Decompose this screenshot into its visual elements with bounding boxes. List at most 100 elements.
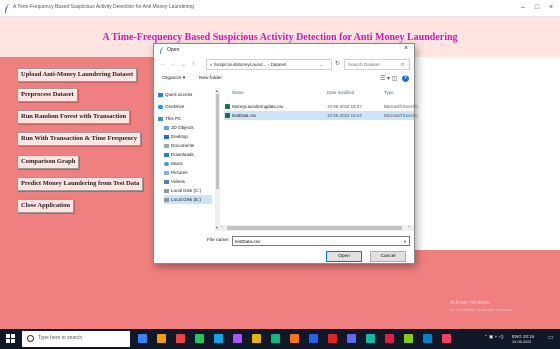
horizontal-scrollbar[interactable]: ‹ › (220, 224, 414, 231)
comparison-graph-button[interactable]: Comparison Graph (17, 155, 80, 169)
file-row[interactable]: MoneyLaunderingdata.csv 10-06-2022 19:37… (224, 102, 418, 111)
maximize-button[interactable]: □ (531, 2, 543, 14)
scroll-down-icon[interactable]: ▼ (215, 225, 219, 230)
open-file-dialog: Open × ← → ⌄ ↑ « SuspiciousMoneyLaund...… (153, 43, 418, 264)
taskbar-search-placeholder: Type here to search (38, 335, 83, 341)
taskbar-app-icon[interactable] (271, 334, 280, 343)
cancel-button[interactable]: Cancel (370, 251, 406, 262)
search-icon (27, 335, 34, 342)
nav-item-desktop[interactable]: Desktop (164, 132, 212, 141)
help-icon[interactable]: ? (402, 75, 409, 82)
file-type: Microsoft Excel C (384, 104, 419, 109)
taskbar-app-icon[interactable] (290, 334, 299, 343)
taskbar-app-icon[interactable] (195, 334, 204, 343)
close-button[interactable]: × (545, 2, 557, 14)
minimize-button[interactable]: – (517, 2, 529, 14)
column-header-type[interactable]: Type (384, 90, 394, 95)
new-folder-button[interactable]: New folder (199, 76, 222, 81)
taskbar-app-icon[interactable] (423, 334, 432, 343)
taskbar-app-icon[interactable] (442, 334, 451, 343)
taskbar-app-icon[interactable] (252, 334, 261, 343)
document-icon (164, 143, 169, 148)
close-application-button[interactable]: Close Application (17, 199, 74, 213)
scroll-right-icon[interactable]: › (408, 224, 410, 230)
nav-item-music[interactable]: Music (164, 159, 212, 168)
search-icon: ⌕ (401, 62, 405, 68)
file-name: MoneyLaunderingdata.csv (232, 104, 284, 109)
scrollbar-thumb[interactable] (227, 226, 402, 230)
taskbar-search-input[interactable]: Type here to search (22, 331, 130, 347)
windows-start-icon[interactable] (6, 334, 15, 343)
taskbar-app-icon[interactable] (309, 334, 318, 343)
scroll-left-icon[interactable]: ‹ (221, 224, 223, 230)
clock[interactable]: ENG 20:16 (512, 334, 534, 339)
search-input[interactable]: Search Dataset ⌕ (344, 59, 410, 70)
nav-item-downloads[interactable]: Downloads (164, 150, 212, 159)
system-tray-icons[interactable]: ⌃ ▣ ◗ ◁) (484, 334, 503, 340)
excel-file-icon (225, 104, 230, 109)
nav-item-pictures[interactable]: Pictures (164, 168, 212, 177)
run-time-frequency-button[interactable]: Run With Transaction & Time Frequency (17, 132, 141, 146)
nav-item-documents[interactable]: Documents (164, 141, 212, 150)
back-icon[interactable]: ← (160, 61, 166, 67)
preprocess-dataset-button[interactable]: Preprocess Dataset (17, 88, 78, 102)
run-random-forest-button[interactable]: Run Random Forest with Transaction (17, 110, 131, 124)
upload-dataset-button[interactable]: Upload Anti-Money Laundering Dataset (17, 68, 138, 82)
forward-icon[interactable]: → (170, 61, 176, 67)
open-button[interactable]: Open (326, 251, 362, 262)
refresh-icon[interactable]: ↻ (335, 60, 340, 67)
taskbar-app-icon[interactable] (176, 334, 185, 343)
taskbar-app-icon[interactable] (328, 334, 337, 343)
file-row[interactable]: testData.csv 10-06-2022 19:44 Microsoft … (224, 111, 418, 120)
excel-file-icon (225, 113, 230, 118)
navigation-scrollbar[interactable]: ▲ ▼ (215, 88, 220, 231)
activate-windows-subtext: Go to Settings to activate Windows. (450, 307, 514, 312)
nav-item-quick-access[interactable]: Quick access (158, 90, 212, 99)
view-options-icon[interactable]: ☰ ▾ ◫ (380, 75, 397, 82)
nav-item-3d-objects[interactable]: 3D Objects (164, 123, 212, 132)
dialog-close-button[interactable]: × (404, 45, 408, 52)
recent-locations-icon[interactable]: ⌄ (181, 61, 186, 68)
dialog-toolbar: Organize ▾ New folder ☰ ▾ ◫ ? (154, 74, 414, 86)
taskbar-app-icon[interactable] (233, 334, 242, 343)
feather-icon (5, 4, 9, 13)
taskbar-app-icon[interactable] (347, 334, 356, 343)
download-icon (164, 152, 169, 157)
scroll-up-icon[interactable]: ▲ (215, 88, 219, 93)
taskbar-app-icon[interactable] (214, 334, 223, 343)
predict-test-data-button[interactable]: Predict Money Laundering from Test Data (17, 177, 144, 191)
file-date: 10-06-2022 19:37 (327, 104, 362, 109)
clock-date[interactable]: 10-06-2022 (512, 340, 531, 344)
taskbar-app-icon[interactable] (157, 334, 166, 343)
filename-row: File name: testData.csv ▼ (154, 236, 414, 247)
nav-item-onedrive[interactable]: OneDrive (158, 102, 212, 111)
filename-label: File name: (207, 238, 230, 243)
address-path: « SuspiciousMoneyLaund... › Dataset (210, 62, 287, 67)
address-bar[interactable]: « SuspiciousMoneyLaund... › Dataset ⌄ (206, 59, 332, 70)
scrollbar-thumb[interactable] (216, 94, 219, 189)
notifications-icon[interactable]: ▭ (548, 334, 554, 341)
activate-windows-watermark: Activate Windows (450, 300, 490, 306)
video-icon (164, 179, 169, 184)
taskbar-app-icon[interactable] (385, 334, 394, 343)
nav-item-local-disk-c[interactable]: Local Disk (C:) (164, 186, 212, 195)
nav-item-local-disk-e[interactable]: Local Disk (E:) (164, 195, 212, 204)
taskbar-app-icon[interactable] (366, 334, 375, 343)
nav-item-videos[interactable]: Videos (164, 177, 212, 186)
feather-icon (159, 47, 164, 54)
column-header-date[interactable]: Date modified (327, 90, 354, 95)
up-folder-icon[interactable]: ↑ (192, 61, 195, 67)
taskbar-app-icon[interactable] (138, 334, 147, 343)
picture-icon (164, 170, 169, 175)
nav-item-this-pc[interactable]: This PC (158, 114, 212, 123)
column-header-name[interactable]: Name (232, 90, 244, 95)
page-title: A Time-Frequency Based Suspicious Activi… (102, 32, 458, 43)
chevron-down-icon[interactable]: ⌄ (319, 60, 323, 69)
filename-input[interactable]: testData.csv ▼ (232, 236, 410, 246)
taskbar-app-icon[interactable] (404, 334, 413, 343)
organize-button[interactable]: Organize ▾ (162, 76, 185, 81)
dialog-nav-row: ← → ⌄ ↑ « SuspiciousMoneyLaund... › Data… (154, 58, 414, 72)
music-icon (164, 161, 169, 166)
file-type: Microsoft Excel C (384, 113, 419, 118)
chevron-down-icon[interactable]: ▼ (403, 237, 407, 246)
